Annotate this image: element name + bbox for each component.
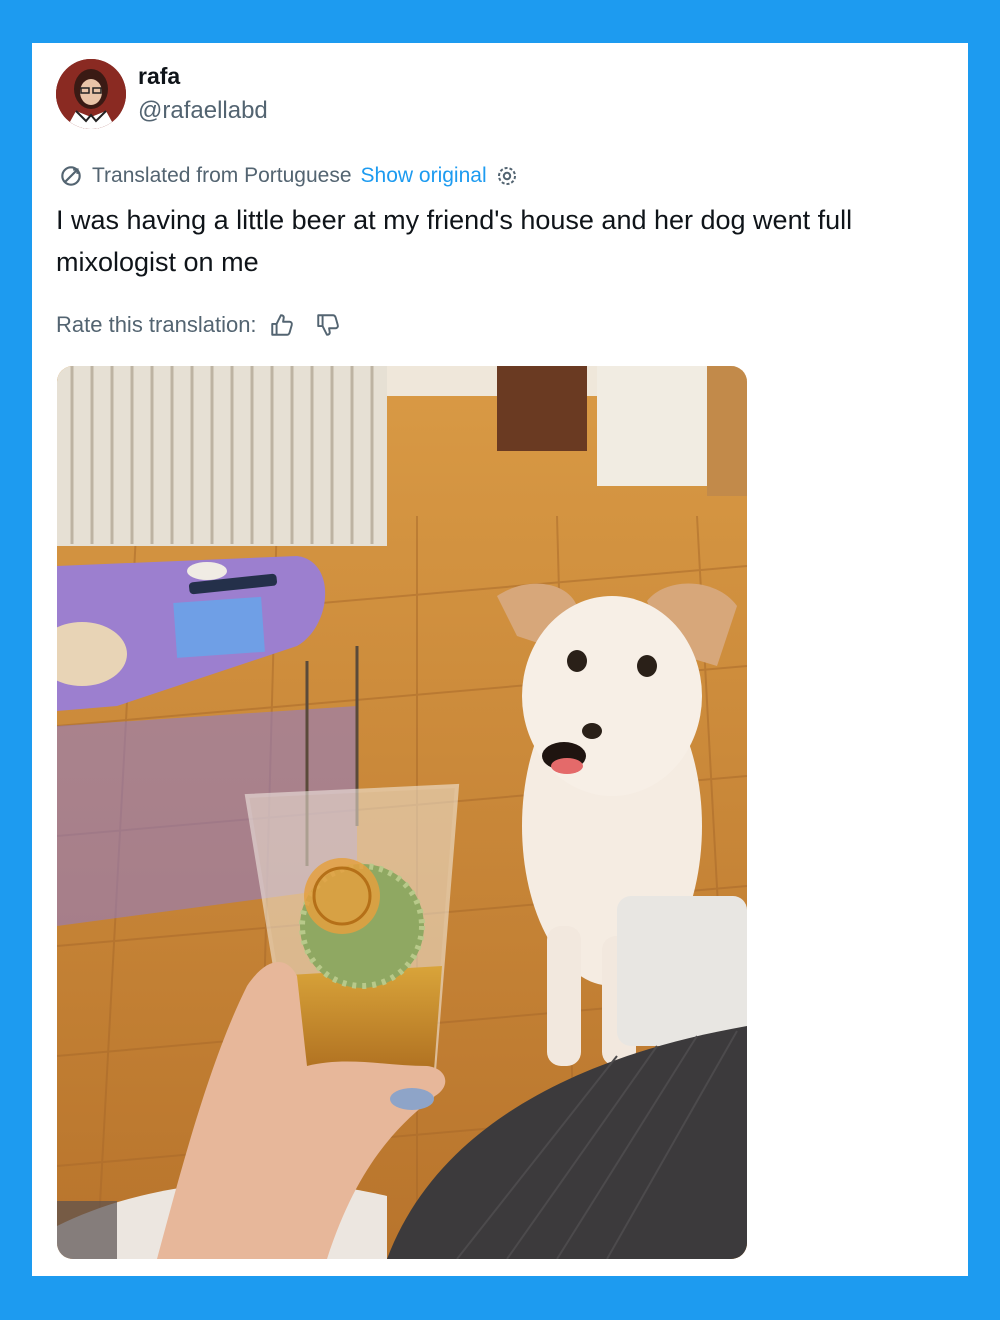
tweet-card: rafa @rafaellabd Translated from Portugu… bbox=[32, 43, 968, 1276]
avatar[interactable] bbox=[56, 59, 126, 129]
rate-translation-label: Rate this translation: bbox=[56, 312, 257, 337]
translated-label: Translated from Portuguese bbox=[92, 164, 352, 187]
translate-icon bbox=[61, 166, 81, 186]
display-name[interactable]: rafa bbox=[138, 63, 180, 90]
rate-translation: Rate this translation: bbox=[56, 309, 341, 341]
translation-notice: Translated from Portuguese Show original bbox=[58, 162, 519, 190]
thumbs-up-icon[interactable] bbox=[269, 312, 295, 338]
user-handle[interactable]: @rafaellabd bbox=[138, 97, 268, 125]
gear-icon[interactable] bbox=[495, 164, 519, 188]
avatar-image bbox=[56, 59, 126, 129]
thumbs-down-icon[interactable] bbox=[315, 312, 341, 338]
show-original-link[interactable]: Show original bbox=[361, 164, 487, 188]
tweet-photo[interactable] bbox=[57, 366, 747, 1259]
tweet-text: I was having a little beer at my friend'… bbox=[56, 205, 853, 277]
photo-dog-with-drink bbox=[57, 366, 747, 1259]
